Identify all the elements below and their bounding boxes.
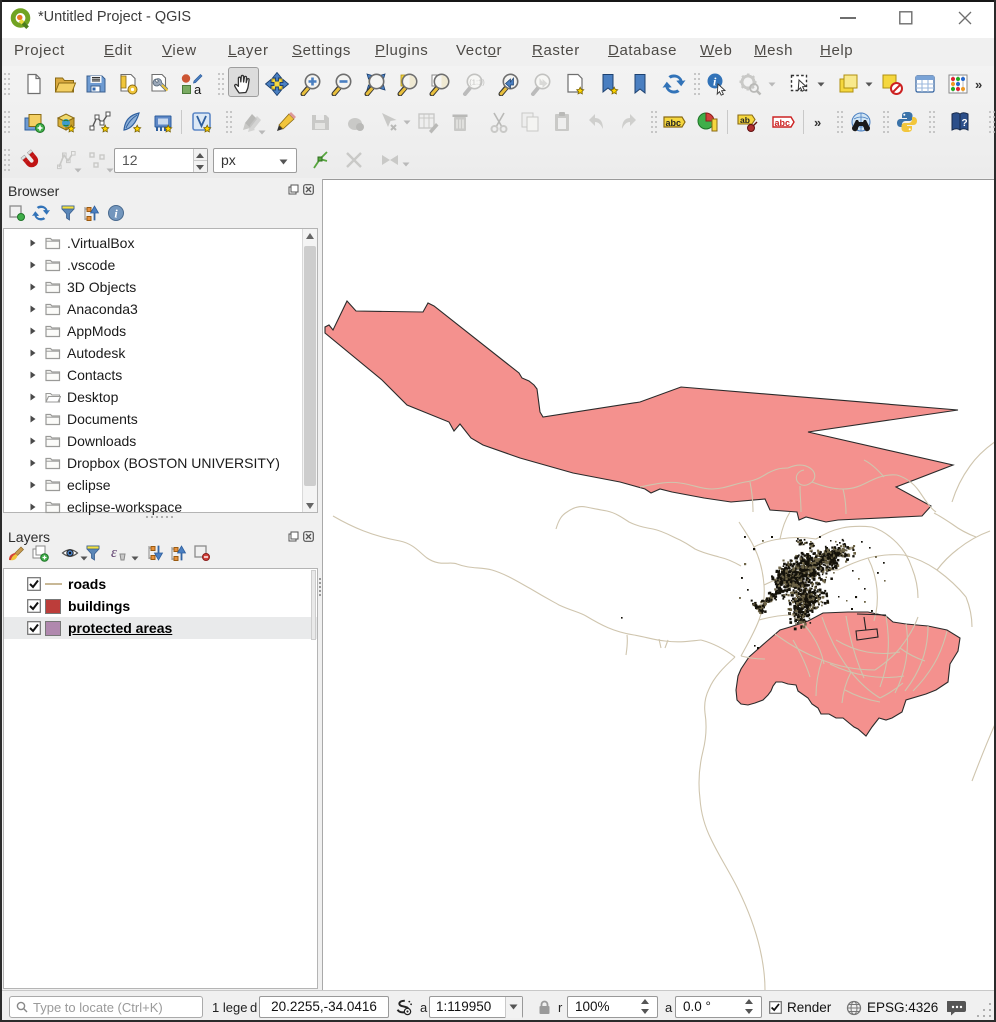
svg-text:»: » <box>975 77 982 92</box>
svg-text:abc: abc <box>666 118 682 128</box>
svg-text:a: a <box>194 82 202 96</box>
svg-text:abc: abc <box>775 118 791 128</box>
svg-text:ε: ε <box>111 545 117 561</box>
svg-text:»: » <box>814 115 821 130</box>
svg-text:?: ? <box>962 118 968 129</box>
svg-text:ab: ab <box>740 115 750 125</box>
svg-text:(1:1): (1:1) <box>469 78 485 87</box>
